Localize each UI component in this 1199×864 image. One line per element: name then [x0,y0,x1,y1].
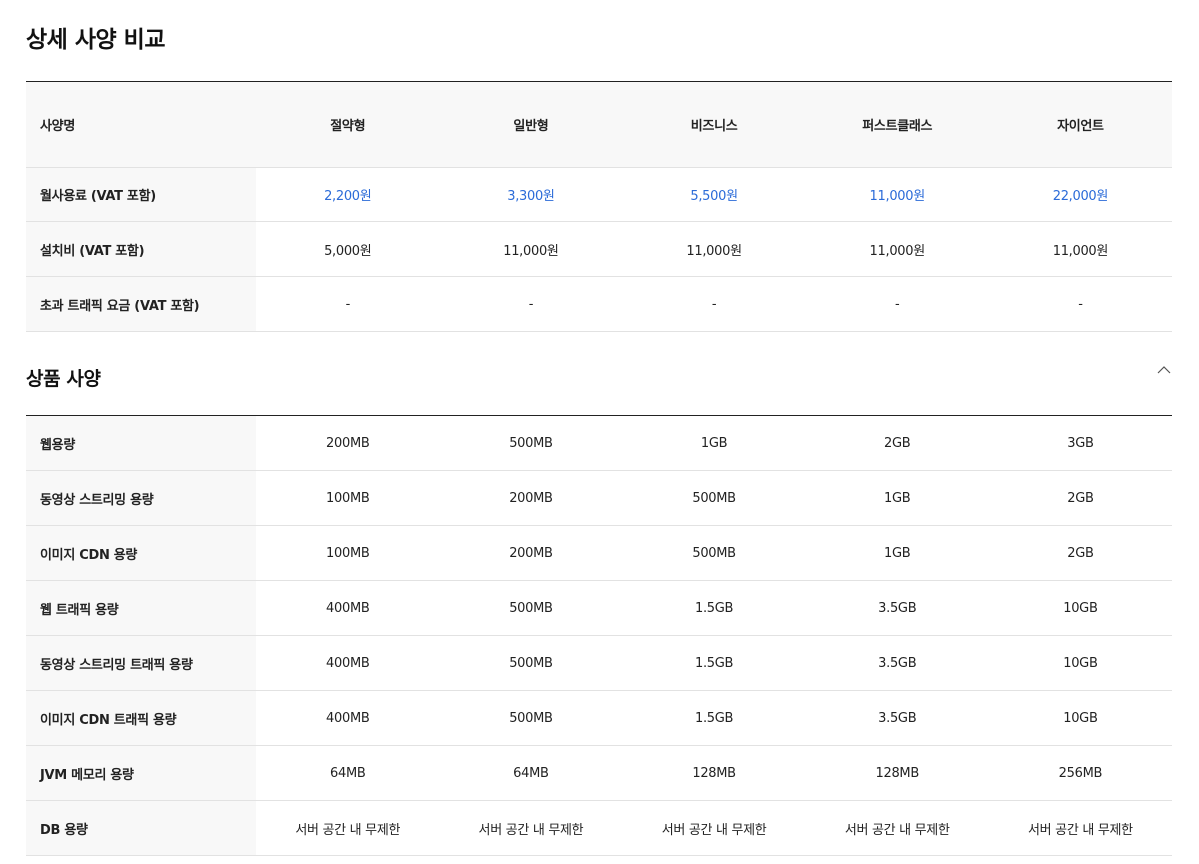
table-row-overage-fee: 초과 트래픽 요금 (VAT 포함) - - - - - [26,276,1172,332]
row-label: 초과 트래픽 요금 (VAT 포함) [26,276,257,332]
table-cell: 1.5GB [622,690,806,746]
row-label: 동영상 스트리밍 용량 [26,470,257,526]
table-cell: 3.5GB [805,635,989,691]
table-cell: - [622,276,806,332]
price-cell: 22,000원 [988,167,1172,222]
row-label: 월사용료 (VAT 포함) [26,167,257,222]
row-label: 웹용량 [26,415,257,471]
row-label: 동영상 스트리밍 트래픽 용량 [26,635,257,691]
row-label: DB 용량 [26,800,257,856]
table-cell: 1GB [805,470,989,526]
product-spec-table: 웹용량 200MB 500MB 1GB 2GB 3GB 동영상 스트리밍 용량 … [26,415,1172,856]
table-cell: 2GB [805,415,989,471]
table-cell: 서버 공간 내 무제한 [256,800,440,856]
price-cell: 11,000원 [805,167,989,222]
table-cell: 10GB [988,690,1172,746]
price-comparison-table: 사양명 절약형 일반형 비즈니스 퍼스트클래스 자이언트 월사용료 (VAT 포… [26,81,1172,332]
table-cell: 500MB [439,690,623,746]
table-cell: 400MB [256,580,440,636]
table-cell: 3.5GB [805,580,989,636]
header-plan: 절약형 [256,81,440,168]
row-label: 웹 트래픽 용량 [26,580,257,636]
table-cell: 128MB [805,745,989,801]
table-cell: 400MB [256,635,440,691]
table-cell: 1.5GB [622,635,806,691]
table-cell: 128MB [622,745,806,801]
table-cell: 2GB [988,470,1172,526]
header-plan: 일반형 [439,81,623,168]
table-cell: 500MB [439,635,623,691]
header-spec-name: 사양명 [26,81,257,168]
table-cell: 서버 공간 내 무제한 [439,800,623,856]
table-cell: - [439,276,623,332]
table-cell: 64MB [439,745,623,801]
table-cell: 100MB [256,525,440,581]
table-cell: 10GB [988,580,1172,636]
table-cell: 2GB [988,525,1172,581]
table-cell: 400MB [256,690,440,746]
table-row: 이미지 CDN 트래픽 용량 400MB 500MB 1.5GB 3.5GB 1… [26,690,1172,746]
table-cell: 3GB [988,415,1172,471]
table-cell: 200MB [439,525,623,581]
row-label: JVM 메모리 용량 [26,745,257,801]
table-row: 동영상 스트리밍 트래픽 용량 400MB 500MB 1.5GB 3.5GB … [26,635,1172,691]
table-cell: - [256,276,440,332]
table-cell: 200MB [256,415,440,471]
table-cell: 1GB [622,415,806,471]
header-plan: 비즈니스 [622,81,806,168]
table-row: 이미지 CDN 용량 100MB 200MB 500MB 1GB 2GB [26,525,1172,581]
table-cell: 3.5GB [805,690,989,746]
section-title: 상품 사양 [26,368,101,390]
row-label: 이미지 CDN 용량 [26,525,257,581]
header-plan: 자이언트 [988,81,1172,168]
table-row-monthly-fee: 월사용료 (VAT 포함) 2,200원 3,300원 5,500원 11,00… [26,167,1172,222]
table-cell: 500MB [622,470,806,526]
table-cell: 서버 공간 내 무제한 [622,800,806,856]
table-cell: 500MB [622,525,806,581]
table-cell: 100MB [256,470,440,526]
table-row: DB 용량 서버 공간 내 무제한 서버 공간 내 무제한 서버 공간 내 무제… [26,800,1172,856]
table-row: 동영상 스트리밍 용량 100MB 200MB 500MB 1GB 2GB [26,470,1172,526]
table-row: JVM 메모리 용량 64MB 64MB 128MB 128MB 256MB [26,745,1172,801]
row-label: 이미지 CDN 트래픽 용량 [26,690,257,746]
table-header-row: 사양명 절약형 일반형 비즈니스 퍼스트클래스 자이언트 [26,81,1172,168]
price-cell: 2,200원 [256,167,440,222]
header-plan: 퍼스트클래스 [805,81,989,168]
price-cell: 5,500원 [622,167,806,222]
table-cell: 10GB [988,635,1172,691]
table-cell: 11,000원 [439,221,623,277]
table-cell: 서버 공간 내 무제한 [805,800,989,856]
chevron-up-icon[interactable] [1154,360,1174,380]
table-cell: 서버 공간 내 무제한 [988,800,1172,856]
table-row: 웹용량 200MB 500MB 1GB 2GB 3GB [26,415,1172,471]
table-cell: 5,000원 [256,221,440,277]
table-row-setup-fee: 설치비 (VAT 포함) 5,000원 11,000원 11,000원 11,0… [26,221,1172,277]
table-cell: - [988,276,1172,332]
table-cell: 11,000원 [988,221,1172,277]
table-cell: 200MB [439,470,623,526]
table-cell: - [805,276,989,332]
table-cell: 64MB [256,745,440,801]
table-cell: 256MB [988,745,1172,801]
row-label: 설치비 (VAT 포함) [26,221,257,277]
table-cell: 11,000원 [805,221,989,277]
table-cell: 500MB [439,415,623,471]
page-title: 상세 사양 비교 [26,27,165,53]
table-cell: 500MB [439,580,623,636]
table-cell: 1GB [805,525,989,581]
table-cell: 11,000원 [622,221,806,277]
price-cell: 3,300원 [439,167,623,222]
table-cell: 1.5GB [622,580,806,636]
table-row: 웹 트래픽 용량 400MB 500MB 1.5GB 3.5GB 10GB [26,580,1172,636]
